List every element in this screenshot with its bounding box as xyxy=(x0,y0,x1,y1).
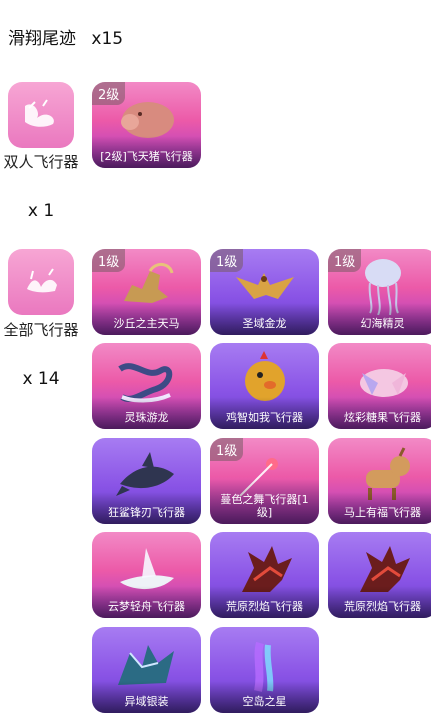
all-flyer-category-icon[interactable] xyxy=(8,249,74,315)
level-badge: 1级 xyxy=(92,249,126,272)
page-header: 滑翔尾迹 x15 xyxy=(8,24,123,49)
glide-trail-page: 滑翔尾迹 x15 双人飞行器 x 1 全部飞行器 x 14 2级 [2级]飞天猪… xyxy=(0,0,431,716)
flyer-card[interactable]: 灵珠游龙 xyxy=(92,343,201,429)
flyer-name: 云梦轻舟飞行器 xyxy=(92,586,201,618)
flyer-name: 圣域金龙 xyxy=(210,303,319,335)
double-flyer-category-label: 双人飞行器 xyxy=(3,153,79,171)
flyer-name: 鸡智如我飞行器 xyxy=(210,397,319,429)
flyer-card[interactable]: 异域银装 xyxy=(92,627,201,713)
trail-icon xyxy=(27,268,57,293)
flyer-card[interactable]: 狂鲨锋刃飞行器 xyxy=(92,438,201,524)
flyer-name: 蔓色之舞飞行器[1级] xyxy=(210,479,319,524)
flyer-name: 空岛之星 xyxy=(210,681,319,713)
flyer-name: 荒原烈焰飞行器 xyxy=(210,586,319,618)
trail-icon xyxy=(25,99,54,127)
flyer-name: [2级]飞天猪飞行器 xyxy=(92,136,201,168)
flyer-name: 炫彩糖果飞行器 xyxy=(328,397,431,429)
double-flyer-category-count: x 1 xyxy=(27,201,55,221)
flyer-card[interactable]: 鸡智如我飞行器 xyxy=(210,343,319,429)
total-count: x15 xyxy=(91,29,124,49)
level-badge: 1级 xyxy=(210,249,244,272)
level-badge: 2级 xyxy=(92,82,126,105)
flyer-card[interactable]: 炫彩糖果飞行器 xyxy=(328,343,431,429)
flyer-name: 沙丘之主天马 xyxy=(92,303,201,335)
all-flyer-category-label: 全部飞行器 xyxy=(3,321,79,339)
flyer-name: 灵珠游龙 xyxy=(92,397,201,429)
flyer-name: 狂鲨锋刃飞行器 xyxy=(92,492,201,524)
double-flyer-category-icon[interactable] xyxy=(8,82,74,148)
flyer-card[interactable]: 1级圣域金龙 xyxy=(210,249,319,335)
flyer-card[interactable]: 2级 [2级]飞天猪飞行器 xyxy=(92,82,201,168)
flyer-card[interactable]: 云梦轻舟飞行器 xyxy=(92,532,201,618)
flyer-card[interactable]: 马上有福飞行器 xyxy=(328,438,431,524)
flyer-card[interactable]: 1级幻海精灵 xyxy=(328,249,431,335)
flyer-card[interactable]: 1级蔓色之舞飞行器[1级] xyxy=(210,438,319,524)
level-badge: 1级 xyxy=(328,249,362,272)
all-flyer-category-count: x 14 xyxy=(22,369,60,389)
flyer-name: 荒原烈焰飞行器 xyxy=(328,586,431,618)
flyer-card[interactable]: 荒原烈焰飞行器 xyxy=(210,532,319,618)
flyer-name: 幻海精灵 xyxy=(328,303,431,335)
page-title: 滑翔尾迹 xyxy=(8,29,76,49)
flyer-name: 马上有福飞行器 xyxy=(328,492,431,524)
level-badge: 1级 xyxy=(210,438,244,461)
flyer-card[interactable]: 空岛之星 xyxy=(210,627,319,713)
flyer-name: 异域银装 xyxy=(92,681,201,713)
flyer-card[interactable]: 荒原烈焰飞行器 xyxy=(328,532,431,618)
flyer-card[interactable]: 1级沙丘之主天马 xyxy=(92,249,201,335)
